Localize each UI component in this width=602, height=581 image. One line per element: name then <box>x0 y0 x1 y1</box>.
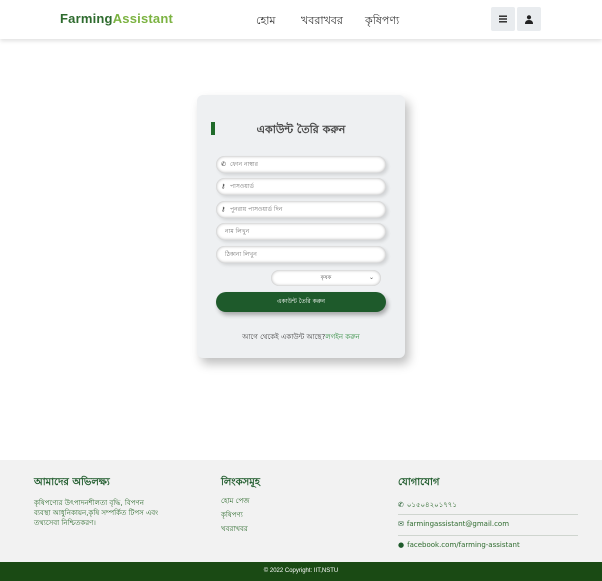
login-prompt-line: আগে থেকেই একাউন্ট আছে?লগইন করুন <box>197 331 405 343</box>
signup-card: একাউন্ট তৈরি করুন ✆ ফোন নাম্বার ⚷ পাসওয়… <box>197 95 405 358</box>
password-placeholder: পাসওয়ার্ড <box>230 183 254 190</box>
name-field[interactable]: নাম লিখুন <box>216 223 386 240</box>
confirm-password-field[interactable]: ⚷ পুনরায় পাসওয়ার্ড দিন <box>216 201 386 218</box>
phone-field[interactable]: ✆ ফোন নাম্বার <box>216 156 386 173</box>
brand-logo-part2: Assistant <box>112 11 174 26</box>
links-title: লিংকসমূহ <box>221 477 261 488</box>
role-select[interactable]: কৃষক ⌄ <box>271 270 381 286</box>
key-icon: ⚷ <box>221 206 226 213</box>
footer: আমাদের অভিলক্ষ্য কৃষিপণ্যের উৎপাদনশীলতা … <box>0 460 602 562</box>
key-icon: ⚷ <box>221 183 226 190</box>
confirm-password-placeholder: পুনরায় পাসওয়ার্ড দিন <box>230 206 283 213</box>
login-link[interactable]: লগইন করুন <box>325 333 359 341</box>
copyright-bar: © 2022 Copyright: IIT,NSTU <box>0 562 602 581</box>
login-prompt-text: আগে থেকেই একাউন্ট আছে? <box>242 333 326 341</box>
contact-facebook-text: facebook.com/farming-assistant <box>407 541 520 549</box>
nav-news[interactable]: খবরাখবর <box>301 12 343 31</box>
facebook-icon: ● <box>398 541 405 549</box>
password-field[interactable]: ⚷ পাসওয়ার্ড <box>216 178 386 195</box>
contact-title: যোগাযোগ <box>398 477 440 488</box>
user-icon <box>525 14 533 24</box>
address-field[interactable]: ঠিকানা লিখুন <box>216 246 386 263</box>
footer-link-products[interactable]: কৃষিপণ্য <box>221 509 243 521</box>
chevron-down-icon: ⌄ <box>368 274 374 281</box>
envelope-icon: ✉ <box>398 520 404 528</box>
contact-facebook[interactable]: ● facebook.com/farming-assistant <box>398 541 520 549</box>
phone-placeholder: ফোন নাম্বার <box>230 161 258 168</box>
brand-logo-part1: Farming <box>60 11 113 26</box>
nav-home[interactable]: হোম <box>256 12 276 31</box>
contact-email-text: farmingassistant@gmail.com <box>406 520 510 528</box>
create-account-button[interactable]: একাউন্ট তৈরি করুন <box>216 292 386 312</box>
phone-icon: ✆ <box>398 501 404 509</box>
phone-icon: ✆ <box>221 161 227 168</box>
brand-logo[interactable]: FarmingAssistant <box>60 11 173 26</box>
nav-products[interactable]: কৃষিপণ্য <box>365 12 399 31</box>
footer-link-news[interactable]: খবরাখবর <box>221 523 248 535</box>
about-text: কৃষিপণ্যের উৎপাদনশীলতা বৃদ্ধি, বিপণন ব্য… <box>34 498 158 528</box>
bars-icon <box>499 15 507 23</box>
about-text-line: কৃষিপণ্যের উৎপাদনশীলতা বৃদ্ধি, বিপণন <box>34 499 144 507</box>
footer-link-home[interactable]: হোম পেজ <box>221 495 250 507</box>
contact-phone-text: ০১৫০৪২০১৭৭১ <box>406 501 457 509</box>
about-title: আমাদের অভিলক্ষ্য <box>34 477 110 488</box>
address-placeholder: ঠিকানা লিখুন <box>225 251 257 258</box>
contact-divider <box>398 535 578 536</box>
about-text-line: ব্যবস্থা আধুনিকায়ন,কৃষি সম্পর্কিত টিপস … <box>34 509 159 517</box>
role-selected-value: কৃষক <box>320 275 332 281</box>
navbar: FarmingAssistant হোম খবরাখবর কৃষিপণ্য <box>0 0 602 39</box>
contact-phone[interactable]: ✆ ০১৫০৪২০১৭৭১ <box>398 499 457 511</box>
about-text-line: তথ্যসেবা নিশ্চিতকরণ। <box>34 519 96 527</box>
user-button[interactable] <box>517 7 541 31</box>
menu-button[interactable] <box>491 7 515 31</box>
contact-divider <box>398 514 578 515</box>
name-placeholder: নাম লিখুন <box>225 228 250 235</box>
contact-email[interactable]: ✉ farmingassistant@gmail.com <box>398 520 509 528</box>
form-title: একাউন্ট তৈরি করুন <box>256 123 346 136</box>
